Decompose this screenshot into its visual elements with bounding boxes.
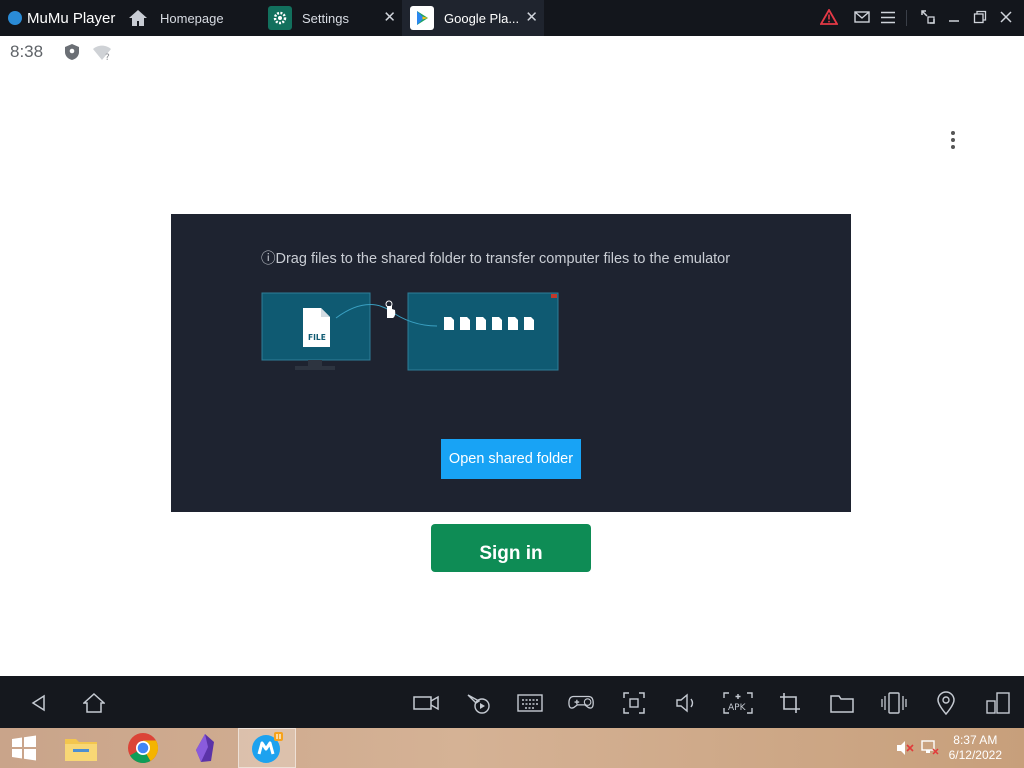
keyboard-icon[interactable] bbox=[516, 690, 544, 716]
obsidian-icon[interactable] bbox=[176, 728, 234, 768]
screenshot-icon[interactable] bbox=[620, 690, 648, 716]
app-name: MuMu Player bbox=[27, 9, 116, 27]
wifi-icon: ? bbox=[93, 45, 111, 61]
shrink-window-icon[interactable] bbox=[919, 8, 937, 26]
tab-homepage-label: Homepage bbox=[160, 10, 224, 26]
shake-icon[interactable] bbox=[880, 690, 908, 716]
tab-google-play[interactable]: Google Pla... ✕ bbox=[402, 0, 544, 36]
tab-homepage[interactable]: Homepage bbox=[122, 0, 258, 36]
file-icon-label: FILE bbox=[308, 333, 326, 342]
gamepad-icon[interactable] bbox=[568, 690, 596, 716]
muted-speaker-icon[interactable] bbox=[896, 740, 914, 756]
multi-window-icon[interactable] bbox=[984, 690, 1012, 716]
apk-install-icon[interactable]: APK bbox=[722, 690, 754, 716]
menu-icon[interactable] bbox=[879, 8, 897, 26]
home-icon bbox=[129, 10, 147, 26]
windows-start-icon[interactable] bbox=[0, 728, 48, 768]
operation-recorder-icon[interactable] bbox=[464, 690, 492, 716]
open-shared-folder-button[interactable]: Open shared folder bbox=[441, 439, 581, 479]
video-record-icon[interactable] bbox=[412, 690, 440, 716]
restore-icon[interactable] bbox=[971, 8, 989, 26]
emulator-toolbar: APK bbox=[0, 676, 1024, 728]
crop-icon[interactable] bbox=[776, 690, 804, 716]
app-brand: MuMu Player bbox=[8, 0, 120, 36]
play-store-icon bbox=[410, 6, 434, 30]
minimize-icon[interactable] bbox=[945, 8, 963, 26]
chrome-icon[interactable] bbox=[114, 728, 172, 768]
close-tab-google-play-icon[interactable]: ✕ bbox=[525, 9, 538, 27]
android-home-icon[interactable] bbox=[80, 690, 108, 716]
titlebar-divider bbox=[906, 10, 907, 26]
shield-icon bbox=[65, 44, 79, 60]
shared-folder-illustration: FILE bbox=[261, 292, 559, 371]
svg-text:?: ? bbox=[105, 53, 110, 61]
volume-icon[interactable] bbox=[672, 690, 700, 716]
tab-settings-label: Settings bbox=[302, 10, 349, 26]
shared-folder-hint: ⓘDrag files to the shared folder to tran… bbox=[261, 251, 731, 267]
close-tab-settings-icon[interactable]: ✕ bbox=[383, 9, 396, 27]
signin-button[interactable]: Sign in bbox=[431, 524, 591, 572]
signin-button-label: Sign in bbox=[479, 543, 543, 564]
close-window-icon[interactable] bbox=[997, 8, 1015, 26]
network-icon[interactable] bbox=[921, 740, 939, 756]
tab-settings[interactable]: Settings ✕ bbox=[260, 0, 402, 36]
more-options-icon[interactable] bbox=[949, 131, 957, 153]
clock-date: 6/12/2022 bbox=[948, 748, 1002, 762]
folder-icon[interactable] bbox=[828, 690, 856, 716]
back-icon[interactable] bbox=[25, 690, 53, 716]
clock-time: 8:37 AM bbox=[953, 733, 998, 747]
location-icon[interactable] bbox=[932, 690, 960, 716]
mail-icon[interactable] bbox=[853, 8, 871, 26]
svg-text:APK: APK bbox=[728, 703, 747, 713]
windows-taskbar: 8:37 AM 6/12/2022 bbox=[0, 728, 1024, 768]
mumu-logo-icon bbox=[8, 11, 22, 25]
status-time: 8:38 bbox=[10, 42, 44, 61]
shared-folder-dialog: ⓘDrag files to the shared folder to tran… bbox=[171, 214, 851, 512]
mumu-taskbar-icon[interactable] bbox=[238, 728, 296, 768]
tab-google-play-label: Google Pla... bbox=[444, 10, 520, 26]
file-explorer-icon[interactable] bbox=[52, 728, 110, 768]
warning-icon[interactable] bbox=[820, 8, 838, 26]
title-bar: MuMu Player Homepage Settings ✕ Google P… bbox=[0, 0, 1024, 36]
system-clock[interactable]: 8:37 AM 6/12/2022 bbox=[949, 733, 1002, 763]
gear-icon bbox=[268, 6, 292, 30]
